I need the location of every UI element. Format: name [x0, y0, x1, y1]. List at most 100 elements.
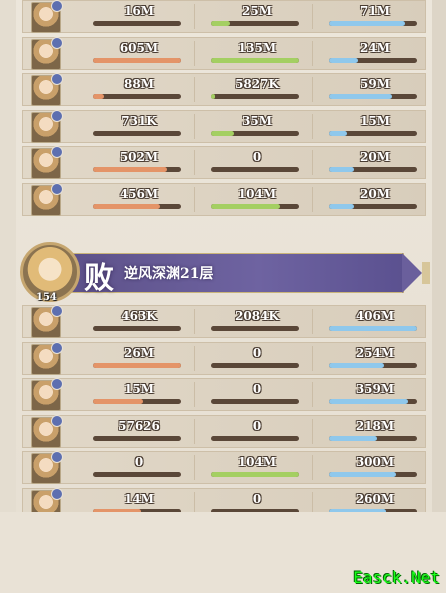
- taken-cell: 20M: [321, 147, 429, 178]
- stat-value: 731K: [121, 113, 157, 128]
- taken-cell: 406M: [321, 306, 429, 337]
- stat-bar-fill: [329, 435, 378, 441]
- stat-bar: [329, 435, 417, 441]
- stat-value: 502M: [119, 150, 159, 164]
- taken-cell: 24M: [321, 38, 429, 69]
- stat-bar: [211, 57, 299, 63]
- stat-bar: [93, 362, 181, 368]
- hero-avatar-icon[interactable]: [31, 305, 63, 338]
- banner-arrow: [402, 253, 422, 293]
- portrait-level: 154: [36, 292, 57, 303]
- stat-bar: [329, 203, 417, 209]
- heal-cell: 104M: [203, 184, 311, 215]
- damage-cell: 26M: [85, 343, 193, 374]
- column-divider: [312, 455, 313, 480]
- stat-bar: [93, 326, 181, 331]
- stat-value: 406M: [355, 309, 395, 323]
- stat-value: 0: [252, 491, 262, 506]
- stat-value: 135M: [237, 40, 277, 55]
- taken-cell: 15M: [321, 111, 429, 142]
- column-divider: [194, 77, 195, 102]
- heal-cell: 25M: [203, 1, 311, 32]
- stat-bar-fill: [329, 167, 354, 172]
- table-row: 502M 0 20M: [22, 146, 426, 179]
- stat-value: 300M: [355, 455, 395, 469]
- column-divider: [194, 113, 195, 139]
- table-row: 605M 135M 24M: [22, 36, 429, 70]
- hero-level-badge: [51, 0, 63, 12]
- stat-value: 57626: [118, 418, 160, 433]
- stat-value: 15M: [124, 382, 154, 396]
- hero-avatar-icon[interactable]: [31, 109, 63, 143]
- stat-bar: [329, 21, 417, 26]
- taken-cell: 218M: [321, 416, 429, 447]
- column-divider: [312, 382, 313, 407]
- watermark: Easck.Net: [353, 568, 440, 587]
- table-row: 88M 5827K 59M: [22, 73, 426, 106]
- stat-bar: [93, 472, 181, 477]
- column-divider: [312, 186, 313, 212]
- stat-bar: [211, 435, 299, 441]
- heal-cell: 0: [203, 147, 311, 178]
- hero-avatar-icon[interactable]: [31, 146, 63, 179]
- hero-level-badge: [51, 36, 63, 49]
- damage-cell: 502M: [85, 147, 193, 178]
- heal-cell: 0: [203, 379, 311, 410]
- hero-avatar-icon[interactable]: [31, 451, 63, 484]
- damage-cell: 731K: [85, 111, 193, 142]
- stat-bar-fill: [93, 167, 167, 172]
- stat-bar-fill: [211, 57, 299, 63]
- table-row: 15M 0 359M: [22, 378, 426, 411]
- column-divider: [194, 186, 195, 212]
- stat-bar: [329, 326, 417, 331]
- stat-bar-fill: [211, 472, 299, 477]
- stat-bar-fill: [329, 203, 354, 209]
- stat-value: 71M: [360, 4, 390, 18]
- table-row: 0 104M 300M: [22, 451, 426, 484]
- stat-value: 260M: [355, 491, 395, 506]
- column-divider: [194, 418, 195, 444]
- stat-bar: [93, 399, 181, 404]
- stat-value: 35M: [242, 113, 272, 128]
- stat-value: 0: [252, 150, 262, 164]
- right-edge: [432, 0, 446, 593]
- hero-avatar-icon[interactable]: [31, 414, 63, 448]
- stat-bar: [93, 130, 181, 136]
- stat-bar: [211, 130, 299, 136]
- stat-bar: [93, 203, 181, 209]
- hero-avatar-icon[interactable]: [31, 0, 63, 33]
- column-divider: [312, 150, 313, 175]
- stat-value: 59M: [360, 77, 390, 91]
- stat-bar: [211, 472, 299, 477]
- damage-cell: 456M: [85, 184, 193, 215]
- hero-level-badge: [51, 109, 63, 122]
- stat-bar: [329, 362, 417, 368]
- table-row: 463K 2084K 406M: [22, 305, 426, 338]
- column-divider: [312, 4, 313, 29]
- stat-value: 463K: [121, 309, 157, 323]
- heal-cell: 35M: [203, 111, 311, 142]
- hero-avatar-icon[interactable]: [31, 341, 63, 375]
- column-divider: [312, 113, 313, 139]
- stat-value: 15M: [360, 113, 390, 128]
- hero-avatar-icon[interactable]: [31, 73, 63, 106]
- table-row: 26M 0 254M: [22, 341, 426, 375]
- stat-value: 2084K: [235, 309, 279, 323]
- top-stats-table: 16M 25M 71M 605M 135M 24M 88M 5827K 59M 731K 35M 15…: [22, 0, 426, 219]
- stat-value: 359M: [355, 382, 395, 396]
- damage-cell: 463K: [85, 306, 193, 337]
- hero-avatar-icon[interactable]: [31, 182, 63, 216]
- stat-bar: [93, 167, 181, 172]
- stat-value: 456M: [119, 186, 159, 201]
- taken-cell: 300M: [321, 452, 429, 483]
- hero-avatar-icon[interactable]: [31, 36, 63, 70]
- bottom-stats-table: 463K 2084K 406M 26M 0 254M 15M 0 359M 57626 0 218M 0…: [22, 305, 426, 524]
- heal-cell: 2084K: [203, 306, 311, 337]
- hero-avatar-icon[interactable]: [31, 378, 63, 411]
- stat-value: 0: [134, 455, 144, 469]
- stat-bar: [93, 57, 181, 63]
- damage-cell: 0: [85, 452, 193, 483]
- stat-value: 5827K: [235, 77, 279, 91]
- heal-cell: 0: [203, 416, 311, 447]
- stat-bar-fill: [93, 399, 144, 404]
